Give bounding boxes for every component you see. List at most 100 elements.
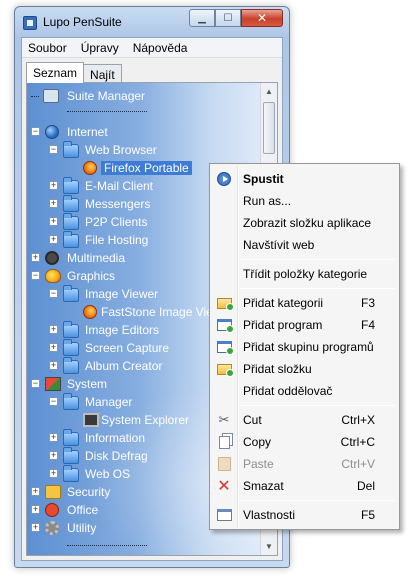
expand-toggle[interactable]: + <box>49 181 58 190</box>
tree-item-suite-manager[interactable]: Suite Manager <box>27 87 263 105</box>
tree-item-label: Image Viewer <box>85 287 159 301</box>
expand-toggle[interactable]: + <box>49 235 58 244</box>
expand-toggle[interactable]: + <box>31 487 40 496</box>
menu-item-add-separator[interactable]: Přidat oddělovač <box>212 380 397 402</box>
menu-item-shortcut: F4 <box>360 318 375 332</box>
graphics-icon <box>45 269 61 283</box>
tab-seznam[interactable]: Seznam <box>26 62 85 83</box>
menu-item-run-as[interactable]: Run as... <box>212 190 397 212</box>
menu-item-add-program-group[interactable]: Přidat skupinu programů <box>212 336 397 358</box>
context-menu: Spustit Run as... Zobrazit složku aplika… <box>209 163 400 530</box>
menu-item-properties[interactable]: Vlastnosti F5 <box>212 504 397 526</box>
menu-item-shortcut: Ctrl+V <box>341 457 375 471</box>
separator <box>67 111 147 112</box>
scissors-icon: ✂ <box>218 412 230 427</box>
tree-item-label: Security <box>67 485 111 499</box>
menu-item-shortcut: F3 <box>360 296 375 310</box>
tree-item-label: Screen Capture <box>85 341 170 355</box>
menu-item-add-program[interactable]: Přidat program F4 <box>212 314 397 336</box>
folder-icon <box>63 339 79 356</box>
expand-toggle[interactable]: + <box>49 433 58 442</box>
tree-item-web-browser[interactable]: − Web Browser <box>27 141 263 159</box>
expand-toggle[interactable]: + <box>31 523 40 532</box>
menu-item-label: Smazat <box>243 479 284 493</box>
tree-item-internet[interactable]: − Internet <box>27 123 263 141</box>
menu-item-delete[interactable]: ✕ Smazat Del <box>212 475 397 497</box>
menu-upravy[interactable]: Úpravy <box>81 41 119 55</box>
expand-toggle[interactable]: + <box>49 451 58 460</box>
folder-icon <box>63 357 79 374</box>
menu-separator <box>240 288 395 289</box>
menu-item-sort-category[interactable]: Třídit položky kategorie <box>212 263 397 285</box>
expand-toggle[interactable]: + <box>49 199 58 208</box>
tree-item-label: System <box>67 377 108 391</box>
menu-item-label: Přidat složku <box>243 362 312 376</box>
menu-item-label: Přidat program <box>243 318 323 332</box>
tree-item-label: Internet <box>67 125 108 139</box>
tab-najit[interactable]: Najít <box>83 64 122 82</box>
paste-icon <box>215 456 233 472</box>
tree-item-label: Suite Manager <box>67 89 146 103</box>
menu-napoveda[interactable]: Nápověda <box>133 41 188 55</box>
menu-item-paste[interactable]: Paste Ctrl+V <box>212 453 397 475</box>
menu-item-label: Spustit <box>243 172 284 186</box>
expand-toggle[interactable]: + <box>31 253 40 262</box>
close-button[interactable]: ✕ <box>241 9 283 27</box>
add-category-icon <box>215 295 234 311</box>
caption-buttons: ▁ ☐ ✕ <box>189 9 283 27</box>
suite-manager-icon <box>43 89 59 103</box>
system-explorer-icon <box>83 413 99 427</box>
menu-item-label: Třídit položky kategorie <box>243 267 368 281</box>
collapse-toggle[interactable]: − <box>49 397 58 406</box>
title-bar[interactable]: Lupo PenSuite ▁ ☐ ✕ <box>15 7 289 37</box>
expand-toggle[interactable]: + <box>49 343 58 352</box>
tree-item-label: Utility <box>67 521 97 535</box>
collapse-toggle[interactable]: − <box>31 127 40 136</box>
menu-separator <box>240 259 395 260</box>
minimize-button[interactable]: ▁ <box>189 9 215 27</box>
folder-icon <box>63 465 79 482</box>
menu-item-spustit[interactable]: Spustit <box>212 168 397 190</box>
tree-item-label: Disk Defrag <box>85 449 148 463</box>
menu-item-label: Přidat kategorii <box>243 296 324 310</box>
collapse-toggle[interactable]: − <box>31 271 40 280</box>
menu-item-visit-web[interactable]: Navštívit web <box>212 234 397 256</box>
tree-item-label: System Explorer <box>101 413 190 427</box>
menu-item-show-app-folder[interactable]: Zobrazit složku aplikace <box>212 212 397 234</box>
office-icon <box>45 503 59 517</box>
menu-item-copy[interactable]: Copy Ctrl+C <box>212 431 397 453</box>
menu-item-shortcut: Ctrl+C <box>340 435 375 449</box>
collapse-toggle[interactable]: − <box>49 145 58 154</box>
menu-soubor[interactable]: Soubor <box>28 41 67 55</box>
folder-icon <box>63 195 79 212</box>
tree-item-label: Image Editors <box>85 323 160 337</box>
expand-toggle[interactable]: + <box>49 325 58 334</box>
scroll-up-icon[interactable]: ▲ <box>261 83 277 100</box>
tree-item-label: Web Browser <box>85 143 157 157</box>
tree-item-label: Office <box>67 503 99 517</box>
expand-toggle[interactable]: + <box>49 361 58 370</box>
menu-item-shortcut: F5 <box>360 508 375 522</box>
maximize-button[interactable]: ☐ <box>215 9 241 27</box>
run-icon <box>215 171 233 187</box>
menu-item-add-category[interactable]: Přidat kategorii F3 <box>212 292 397 314</box>
menu-separator <box>240 405 395 406</box>
menu-item-shortcut: Del <box>356 479 375 493</box>
menu-item-label: Run as... <box>243 194 292 208</box>
expand-toggle[interactable]: + <box>49 469 58 478</box>
menu-bar: Soubor Úpravy Nápověda <box>22 38 282 58</box>
menu-item-label: Cut <box>243 413 262 427</box>
folder-icon <box>63 213 79 230</box>
folder-icon <box>63 231 79 248</box>
expand-toggle[interactable]: + <box>49 217 58 226</box>
collapse-toggle[interactable]: − <box>49 289 58 298</box>
scroll-down-icon[interactable]: ▼ <box>261 538 277 555</box>
menu-item-add-folder[interactable]: Přidat složku <box>212 358 397 380</box>
expand-toggle[interactable]: + <box>31 505 40 514</box>
menu-item-label: Vlastnosti <box>243 508 296 522</box>
scroll-thumb[interactable] <box>263 102 275 154</box>
menu-item-cut[interactable]: ✂ Cut Ctrl+X <box>212 409 397 431</box>
collapse-toggle[interactable]: − <box>31 379 40 388</box>
app-icon <box>23 16 37 30</box>
add-folder-icon <box>215 361 234 377</box>
